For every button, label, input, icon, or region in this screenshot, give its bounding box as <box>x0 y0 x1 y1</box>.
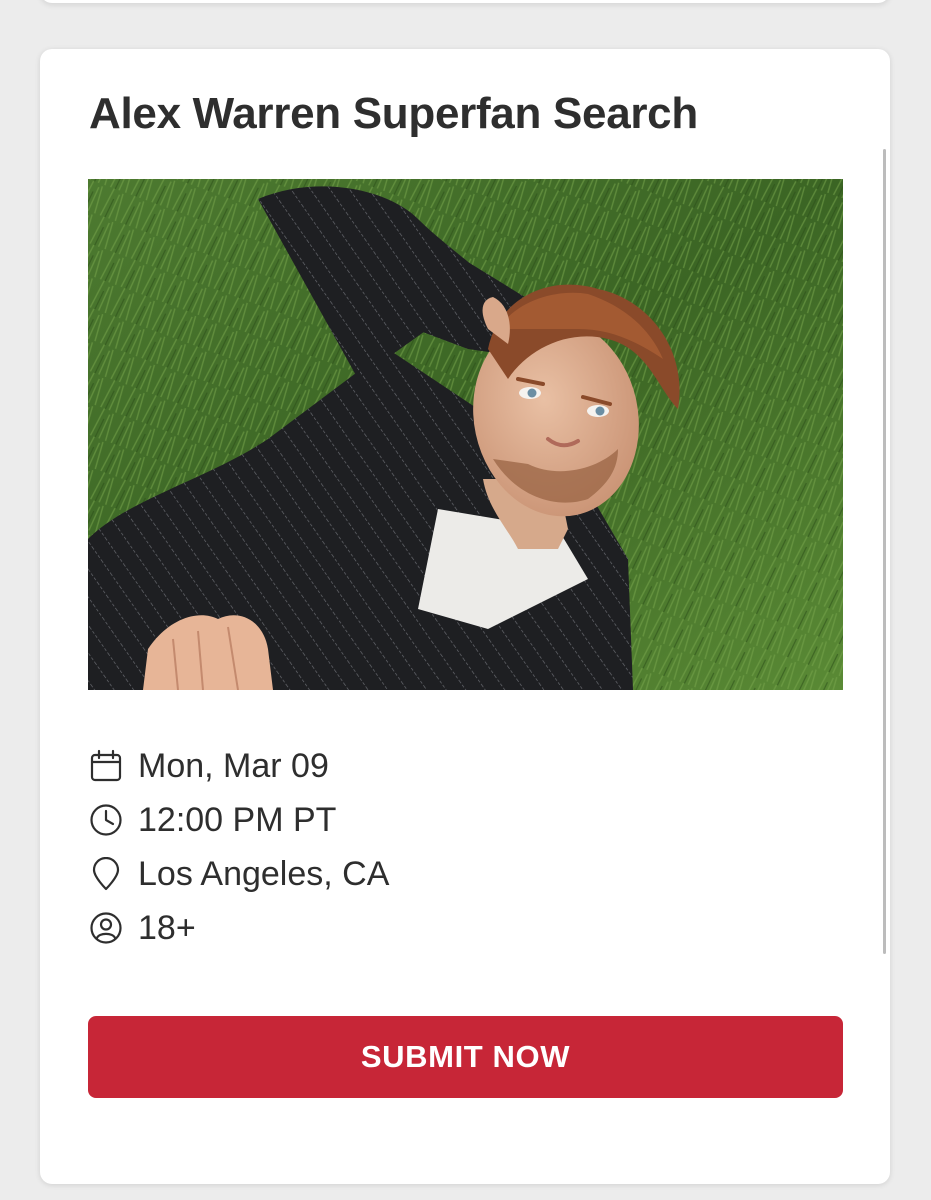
event-photo <box>88 179 843 690</box>
event-details: Mon, Mar 09 12:00 PM PT Los Angeles, CA <box>88 739 788 955</box>
event-time: 12:00 PM PT <box>138 800 337 839</box>
detail-location: Los Angeles, CA <box>88 847 788 901</box>
event-age-restriction: 18+ <box>138 908 196 947</box>
user-circle-icon <box>88 910 124 946</box>
previous-card-edge <box>40 0 890 3</box>
event-date: Mon, Mar 09 <box>138 746 329 785</box>
scrollbar[interactable] <box>883 149 886 954</box>
detail-time: 12:00 PM PT <box>88 793 788 847</box>
event-title: Alex Warren Superfan Search <box>89 89 698 138</box>
clock-icon <box>88 802 124 838</box>
location-pin-icon <box>88 856 124 892</box>
detail-date: Mon, Mar 09 <box>88 739 788 793</box>
calendar-icon <box>88 748 124 784</box>
detail-age: 18+ <box>88 901 788 955</box>
submit-now-button[interactable]: SUBMIT NOW <box>88 1016 843 1098</box>
event-location: Los Angeles, CA <box>138 854 390 893</box>
event-card: Alex Warren Superfan Search Mon, Mar 09 … <box>40 49 890 1184</box>
